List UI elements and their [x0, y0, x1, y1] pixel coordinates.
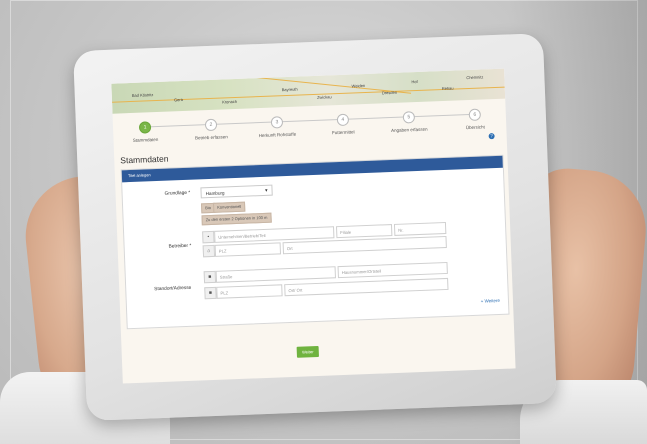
tablet-device: Bad Köstritz Gera Kronach Bayreuth Zwick…: [73, 33, 557, 421]
step-1[interactable]: 1 Stammdaten: [115, 117, 176, 143]
chevron-down-icon: ▾: [264, 187, 268, 194]
step-dot: 3: [270, 116, 284, 129]
step-dot: 1: [138, 121, 152, 134]
panel-header: Titel anlegen: [121, 155, 503, 183]
standort-zip-input[interactable]: PLZ: [216, 284, 283, 299]
step-label: Betrieb erfassen: [195, 134, 228, 141]
form-panel: Titel anlegen Grundlage * Hamburg ▾ Bio …: [120, 154, 510, 330]
step-dot: 4: [336, 113, 350, 127]
standort-label: Standort/Adresse: [154, 285, 192, 293]
betreiber-label: Betreiber *: [168, 243, 192, 250]
tablet-screen: Bad Köstritz Gera Kronach Bayreuth Zwick…: [111, 68, 516, 384]
map-label: Rehau: [441, 85, 454, 92]
map-label: Kronach: [222, 98, 238, 105]
add-more-link[interactable]: + Weitere: [481, 298, 500, 304]
step-5[interactable]: 5 Angaben erfassen: [379, 107, 440, 133]
standort-city-input[interactable]: Ort/ Ort: [284, 277, 449, 297]
map-label: Bayreuth: [281, 86, 298, 93]
photo-background: Bad Köstritz Gera Kronach Bayreuth Zwick…: [0, 0, 647, 444]
betreiber-branch-no-input[interactable]: Nr.: [393, 221, 447, 236]
chip-konventionell[interactable]: Konventionell: [212, 201, 246, 213]
chip-option[interactable]: Zu den ersten 2 Optionen in 100 m: [201, 212, 272, 226]
standort-street-input[interactable]: Straße: [215, 266, 336, 283]
page-title: Stammdaten: [120, 153, 169, 166]
step-label: Stammdaten: [132, 136, 159, 143]
betreiber-branch-input[interactable]: Filiale: [335, 224, 393, 239]
step-label: Herkunft Rohstoffe: [258, 131, 297, 139]
user-icon: •: [202, 230, 215, 244]
step-label: Angaben erfassen: [390, 126, 428, 134]
anlage-label: Grundlage *: [164, 190, 191, 197]
home-icon: ⌂: [202, 244, 216, 258]
map-label: Zwickau: [316, 94, 332, 100]
step-2[interactable]: 2 Betrieb erfassen: [181, 115, 242, 141]
step-4[interactable]: 4 Futtermittel: [313, 110, 374, 136]
step-dot: 5: [402, 111, 416, 124]
home-icon: ■: [203, 270, 217, 284]
map-label: Gera: [173, 96, 184, 103]
anlage-select[interactable]: Hamburg ▾: [200, 184, 273, 199]
help-icon[interactable]: ?: [488, 133, 495, 140]
progress-steps: 1 Stammdaten 2 Betrieb erfassen 3 Herkun…: [123, 105, 499, 147]
home-icon: ■: [204, 286, 217, 300]
step-dot: 6: [468, 108, 482, 122]
step-6[interactable]: 6 Übersicht: [444, 105, 505, 131]
map-label: Weiden: [351, 82, 366, 89]
submit-button[interactable]: Weiter: [296, 345, 319, 358]
step-dot: 2: [204, 118, 218, 132]
step-3[interactable]: 3 Herkunft Rohstoffe: [247, 112, 308, 138]
standort-housenumber-input[interactable]: Hausnummer/Ortsteil: [337, 261, 448, 279]
betreiber-zip-input[interactable]: PLZ: [214, 242, 282, 257]
step-label: Futtermittel: [332, 129, 355, 136]
anlage-select-value: Hamburg: [205, 190, 225, 197]
step-label: Übersicht: [465, 124, 485, 131]
map-label: Dresden: [381, 89, 398, 96]
map-label: Hof: [411, 78, 418, 85]
map-label: Bad Köstritz: [131, 92, 154, 98]
map-label: Chemnitz: [466, 74, 484, 81]
